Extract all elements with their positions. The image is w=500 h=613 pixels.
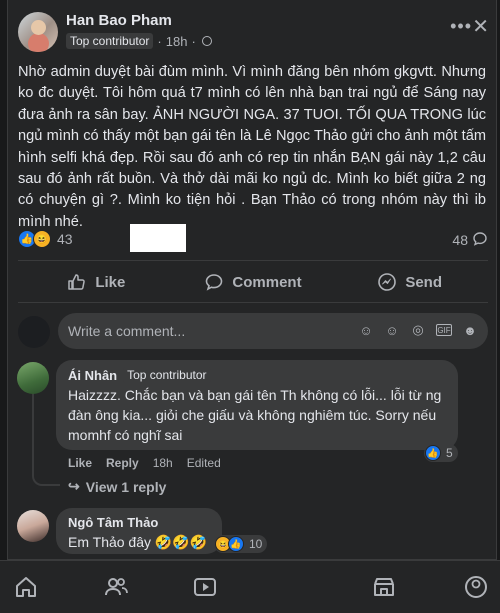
comment-edited: Edited [186, 456, 221, 470]
nav-notifications[interactable] [275, 567, 315, 607]
nav-marketplace[interactable] [364, 567, 404, 607]
thumbs-up-icon [68, 274, 86, 290]
messenger-icon [378, 273, 397, 291]
nav-home[interactable] [6, 567, 46, 607]
comment-input-tools: ☺ ☺ ◎ GIF ☻ [358, 322, 478, 338]
commenter-avatar[interactable] [17, 362, 49, 394]
home-icon [16, 577, 36, 597]
comment-reaction-count: 10 [249, 537, 263, 551]
current-user-avatar[interactable] [18, 316, 50, 348]
comment-input[interactable]: Write a comment... ☺ ☺ ◎ GIF ☻ [58, 313, 488, 349]
commenter-name[interactable]: Ngô Tâm Thảo [68, 515, 158, 530]
comment-bubble: Ngô Tâm Thảo Em Thảo đây 🤣🤣🤣 [56, 508, 222, 554]
top-contributor-badge[interactable]: Top contributor [66, 33, 154, 49]
comment-like-button[interactable]: Like [68, 456, 92, 470]
marketplace-icon [374, 578, 395, 596]
camera-icon[interactable]: ◎ [410, 322, 426, 338]
reaction-count: 43 [57, 231, 73, 247]
author-avatar[interactable] [18, 12, 58, 52]
like-label: Like [95, 273, 126, 291]
comment-meta: Like Reply 18h Edited [68, 456, 221, 470]
like-button[interactable]: Like [18, 262, 175, 302]
author-name[interactable]: Han Bao Pham [66, 12, 172, 29]
thread-line [32, 392, 34, 476]
send-label: Send [405, 273, 443, 291]
comment-reactions[interactable]: 😆 👍 10 [214, 535, 268, 553]
reply-arrow-icon: ↪ [68, 478, 80, 494]
write-comment-row: Write a comment... ☺ ☺ ◎ GIF ☻ [18, 313, 488, 349]
comment-bubble: Ái Nhân Top contributor Haizzzz. Chắc bạ… [56, 360, 458, 450]
gif-icon[interactable]: GIF [436, 324, 452, 336]
comment-reply-button[interactable]: Reply [106, 456, 139, 470]
commenter-name-row: Ngô Tâm Thảo [68, 515, 210, 530]
post-time[interactable]: 18h [166, 34, 188, 49]
comment-button[interactable]: Comment [175, 262, 332, 302]
nav-menu[interactable] [454, 567, 494, 607]
thread-connector [32, 466, 60, 486]
view-replies-label: View 1 reply [85, 478, 167, 495]
divider [18, 260, 488, 261]
comment-text: Haizzzz. Chắc bạn và bạn gái tên Th khôn… [68, 387, 442, 443]
comment-text: Em Thảo đây 🤣🤣🤣 [68, 534, 208, 550]
like-reaction-icon: 👍 [228, 536, 244, 552]
like-reaction-icon: 👍 [425, 445, 441, 461]
comment-reactions[interactable]: 👍 5 [424, 444, 458, 462]
action-bar: Like Comment Send [18, 262, 488, 302]
comment-icon [206, 274, 223, 291]
divider [18, 302, 488, 303]
haha-reaction-icon: 😆 [33, 230, 51, 248]
bell-icon [282, 574, 308, 600]
comment-count[interactable]: 48 [452, 232, 468, 248]
commenter-name[interactable]: Ái Nhân [68, 368, 117, 383]
emoji-icon[interactable]: ☺ [384, 322, 400, 338]
avatar-sticker-icon[interactable]: ☺ [358, 322, 374, 338]
post-stats: 👍 😆 43 48 [18, 224, 488, 254]
commenter-name-row: Ái Nhân Top contributor [68, 367, 446, 383]
commenter-avatar[interactable] [17, 510, 49, 542]
nav-video[interactable] [185, 567, 225, 607]
video-icon [194, 578, 217, 596]
separator-2: · [191, 33, 196, 49]
comment-label: Comment [232, 273, 302, 291]
top-contributor-badge[interactable]: Top contributor [123, 367, 211, 383]
more-options-icon[interactable]: ••• [450, 16, 472, 37]
redaction-box [130, 224, 186, 252]
comment-reaction-count: 5 [446, 446, 453, 460]
close-icon[interactable]: ✕ [472, 14, 489, 39]
post-card: Han Bao Pham Top contributor · 18h · •••… [7, 0, 497, 560]
profile-menu-icon [464, 576, 487, 598]
comment-bubble-icon [473, 232, 487, 246]
comment-time[interactable]: 18h [153, 456, 173, 470]
reaction-summary[interactable]: 👍 😆 43 [18, 230, 73, 248]
post-meta: Top contributor · 18h · [66, 33, 212, 49]
bottom-navigation [0, 560, 500, 613]
globe-icon [201, 36, 212, 46]
send-button[interactable]: Send [331, 262, 488, 302]
separator: · [157, 33, 162, 49]
post-body: Nhờ admin duyệt bài đùm mình. Vì mình đă… [18, 64, 486, 230]
nav-friends[interactable] [96, 567, 136, 607]
sticker-icon[interactable]: ☻ [462, 322, 478, 338]
friends-icon [104, 578, 128, 596]
comment-placeholder: Write a comment... [68, 323, 186, 339]
post-header: Han Bao Pham Top contributor · 18h · •••… [18, 10, 489, 55]
view-replies-link[interactable]: ↪ View 1 reply [68, 478, 166, 495]
